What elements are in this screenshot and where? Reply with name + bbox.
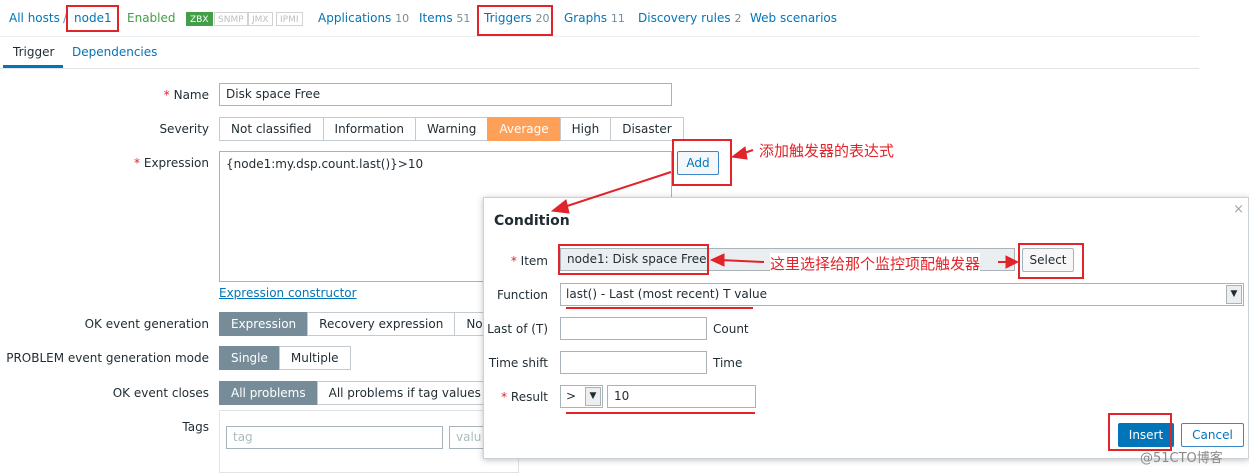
arrow-to-dialog-line [563,171,672,208]
annotation-add-expression: 添加触发器的表达式 [759,142,895,160]
arrow-to-item-head [709,253,725,267]
arrow-to-select-head [1005,255,1020,269]
watermark: @51CTO博客 [1140,451,1223,466]
arrow-to-item-line [719,259,765,263]
arrow-to-add-head [730,146,748,160]
arrow-to-dialog-head [550,199,570,214]
annotation-select-item: 这里选择给那个监控项配触发器 [770,253,981,274]
annotation-arrows [550,146,1020,269]
